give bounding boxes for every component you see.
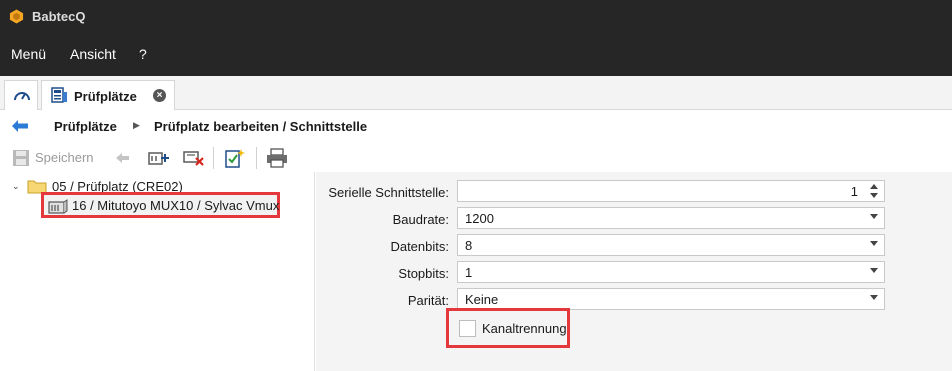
parity-label: Parität: [407,293,449,308]
tree-node-device-label: 16 / Mitutoyo MUX10 / Sylvac Vmux [72,198,280,213]
toolbar-divider [213,147,214,169]
app-title: BabtecQ [32,9,86,24]
save-icon[interactable] [12,148,30,168]
chevron-down-icon[interactable] [870,268,878,273]
toolbar-divider [256,147,257,169]
baudrate-label: Baudrate: [392,212,449,227]
stopbits-value: 1 [465,265,473,280]
breadcrumb-item-pruefplaetze[interactable]: Prüfplätze [54,119,117,134]
menu-item-view[interactable]: Ansicht [70,46,116,62]
menu-bar: Menü Ansicht ? [0,34,952,76]
close-circle-icon[interactable]: × [153,89,166,102]
tab-dashboard[interactable] [4,80,38,110]
toolbar: Speichern [0,144,952,172]
workstation-icon [51,87,67,103]
serial-interface-label: Serielle Schnittstelle: [328,185,449,200]
menu-item-menu[interactable]: Menü [11,46,46,62]
title-bar: BabtecQ [0,0,952,34]
new-document-icon[interactable] [224,148,246,168]
breadcrumb-item-current: Prüfplatz bearbeiten / Schnittstelle [154,119,368,134]
spin-down-icon[interactable] [870,193,878,198]
tab-label: Prüfplätze [74,89,137,104]
print-icon[interactable] [266,148,288,168]
baudrate-value: 1200 [465,211,494,226]
stopbits-label: Stopbits: [398,266,449,281]
hexagon-logo-icon [9,9,24,24]
channel-separation-highlight: Kanaltrennung [446,308,570,348]
add-interface-icon[interactable] [148,148,170,168]
chevron-down-icon[interactable] [870,295,878,300]
gauge-icon [14,92,30,101]
tab-pruefplaetze[interactable]: Prüfplätze × [41,80,175,111]
databits-label: Datenbits: [390,239,449,254]
breadcrumb: Prüfplätze ▶ Prüfplatz bearbeiten / Schn… [0,110,952,144]
channel-separation-checkbox[interactable] [459,320,476,337]
chevron-down-icon[interactable] [870,214,878,219]
device-icon [48,199,68,214]
undo-icon[interactable] [114,148,132,168]
databits-select[interactable]: 8 [457,234,885,256]
stopbits-select[interactable]: 1 [457,261,885,283]
spin-up-icon[interactable] [870,184,878,189]
chevron-down-icon[interactable]: ⌄ [12,181,20,192]
serial-interface-stepper[interactable]: 1 [457,180,885,202]
menu-item-help[interactable]: ? [139,46,147,62]
baudrate-select[interactable]: 1200 [457,207,885,229]
databits-value: 8 [465,238,473,253]
channel-separation-label[interactable]: Kanaltrennung [482,321,567,336]
serial-interface-value: 1 [850,184,858,199]
tab-strip: Prüfplätze × [0,76,952,111]
chevron-down-icon[interactable] [870,241,878,246]
parity-value: Keine [465,292,499,307]
arrow-left-icon[interactable] [11,119,29,133]
save-button-label[interactable]: Speichern [35,150,94,165]
parity-select[interactable]: Keine [457,288,885,310]
tree-node-device[interactable]: 16 / Mitutoyo MUX10 / Sylvac Vmux [41,192,280,218]
caret-right-icon: ▶ [133,120,140,130]
delete-interface-icon[interactable] [183,148,205,168]
